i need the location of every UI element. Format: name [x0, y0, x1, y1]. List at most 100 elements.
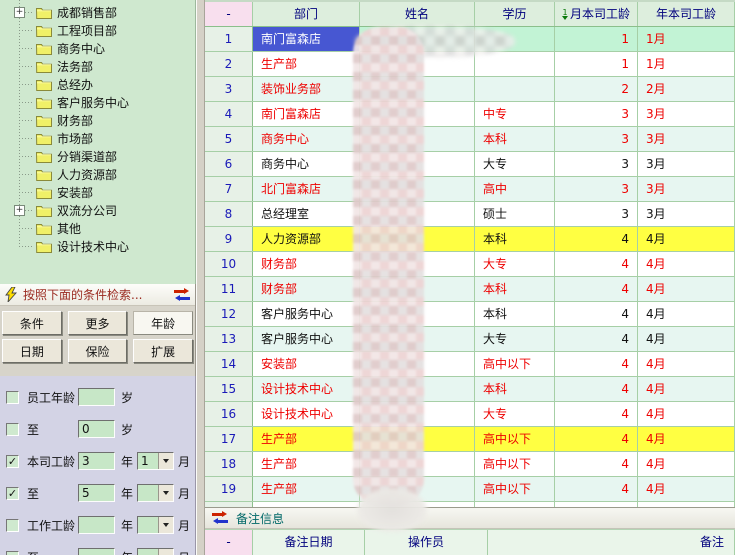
- column-header-months-tenure[interactable]: 1月本司工龄: [555, 2, 638, 26]
- cell-dept[interactable]: 客户服务中心: [253, 327, 360, 351]
- cell-dept-selected[interactable]: 南门富森店: [253, 27, 360, 51]
- cell-dept[interactable]: 生产部: [253, 452, 360, 476]
- cell-years-tenure[interactable]: 4月: [638, 402, 735, 426]
- tree-item-chengdu-sales[interactable]: +成都销售部: [0, 3, 195, 21]
- employee-age-input[interactable]: [78, 388, 115, 406]
- cell-name[interactable]: [360, 352, 475, 376]
- row-number-cell[interactable]: 11: [205, 277, 253, 301]
- filter-button-insurance[interactable]: 保险: [68, 339, 128, 363]
- row-number-cell[interactable]: 7: [205, 177, 253, 201]
- column-header-years-tenure[interactable]: 年本司工龄: [638, 2, 735, 26]
- row-number-cell[interactable]: 20: [205, 502, 253, 507]
- cell-dept[interactable]: 客户服务中心: [253, 302, 360, 326]
- tree-item-other[interactable]: 其他: [0, 219, 195, 237]
- cell-dept[interactable]: 财务部: [253, 252, 360, 276]
- panel-splitter[interactable]: [196, 0, 205, 555]
- column-header-dept[interactable]: 部门: [253, 2, 360, 26]
- row-number-cell[interactable]: 18: [205, 452, 253, 476]
- swap-arrows-icon[interactable]: [174, 289, 190, 301]
- notes-column-header-note-date[interactable]: 备注日期: [253, 530, 365, 555]
- filter-button-condition[interactable]: 条件: [2, 311, 62, 335]
- notes-column-header-note[interactable]: 备注: [488, 530, 735, 555]
- cell-months-tenure[interactable]: 4: [555, 477, 638, 501]
- cell-years-tenure[interactable]: 4月: [638, 377, 735, 401]
- cell-dept[interactable]: 装饰业务部: [253, 77, 360, 101]
- tree-item-distribution[interactable]: 分销渠道部: [0, 147, 195, 165]
- notes-column-header-operator[interactable]: 操作员: [365, 530, 488, 555]
- row-number-cell[interactable]: 5: [205, 127, 253, 151]
- cell-years-tenure[interactable]: 3月: [638, 152, 735, 176]
- cell-dept[interactable]: 人力资源部: [253, 227, 360, 251]
- cell-dept[interactable]: 总经理室: [253, 202, 360, 226]
- cell-education[interactable]: 高中以下: [475, 477, 555, 501]
- row-number-cell[interactable]: 6: [205, 152, 253, 176]
- cell-education[interactable]: [475, 52, 555, 76]
- cell-months-tenure[interactable]: 1: [555, 52, 638, 76]
- cell-education[interactable]: 本科: [475, 227, 555, 251]
- cell-education[interactable]: [475, 27, 555, 51]
- tree-item-engineering-project[interactable]: 工程项目部: [0, 21, 195, 39]
- cell-education[interactable]: 本科: [475, 277, 555, 301]
- cell-name[interactable]: [360, 227, 475, 251]
- cell-months-tenure[interactable]: 3: [555, 202, 638, 226]
- cell-years-tenure[interactable]: 2月: [638, 77, 735, 101]
- row-number-cell[interactable]: 16: [205, 402, 253, 426]
- cell-name[interactable]: [360, 77, 475, 101]
- cell-education[interactable]: 高中: [475, 177, 555, 201]
- cell-months-tenure[interactable]: 4: [555, 352, 638, 376]
- cell-education[interactable]: 硕士: [475, 202, 555, 226]
- cell-years-tenure[interactable]: 3月: [638, 177, 735, 201]
- cell-name[interactable]: [360, 427, 475, 451]
- grid-corner-button[interactable]: -: [205, 2, 253, 26]
- cell-years-tenure[interactable]: 4月: [638, 252, 735, 276]
- work-years-to-checkbox[interactable]: [6, 551, 19, 555]
- company-years-to-month-select[interactable]: [137, 484, 174, 502]
- cell-education[interactable]: 本科: [475, 302, 555, 326]
- cell-months-tenure[interactable]: 3: [555, 152, 638, 176]
- cell-education[interactable]: 高中以下: [475, 502, 555, 507]
- cell-years-tenure[interactable]: 3月: [638, 127, 735, 151]
- cell-months-tenure[interactable]: 2: [555, 77, 638, 101]
- cell-dept[interactable]: 生产部: [253, 52, 360, 76]
- cell-months-tenure[interactable]: 3: [555, 102, 638, 126]
- cell-dept[interactable]: 设计技术中心: [253, 377, 360, 401]
- row-number-cell[interactable]: 10: [205, 252, 253, 276]
- notes-corner-button[interactable]: -: [205, 530, 253, 555]
- company-years-input[interactable]: [78, 452, 115, 470]
- cell-dept[interactable]: 设计技术中心: [253, 402, 360, 426]
- cell-dept[interactable]: 安装部: [253, 352, 360, 376]
- row-number-cell[interactable]: 4: [205, 102, 253, 126]
- tree-expand-icon[interactable]: +: [14, 205, 25, 216]
- cell-dept[interactable]: 商务中心: [253, 152, 360, 176]
- company-years-to-checkbox[interactable]: ✓: [6, 487, 19, 500]
- cell-months-tenure[interactable]: 1: [555, 27, 638, 51]
- work-years-input[interactable]: [78, 516, 115, 534]
- cell-dept[interactable]: 设计技术中心: [253, 502, 360, 507]
- filter-button-more[interactable]: 更多: [68, 311, 128, 335]
- cell-education[interactable]: 高中以下: [475, 427, 555, 451]
- row-number-cell[interactable]: 12: [205, 302, 253, 326]
- cell-education[interactable]: 中专: [475, 102, 555, 126]
- cell-name[interactable]: [360, 202, 475, 226]
- cell-name[interactable]: [360, 252, 475, 276]
- employee-age-to-checkbox[interactable]: [6, 423, 19, 436]
- cell-years-tenure[interactable]: 4月: [638, 427, 735, 451]
- column-header-name[interactable]: 姓名: [360, 2, 475, 26]
- filter-button-extend[interactable]: 扩展: [133, 339, 193, 363]
- cell-education[interactable]: 高中以下: [475, 352, 555, 376]
- cell-education[interactable]: 高中以下: [475, 452, 555, 476]
- cell-dept[interactable]: 南门富森店: [253, 102, 360, 126]
- cell-name[interactable]: [360, 277, 475, 301]
- tree-item-installation[interactable]: 安装部: [0, 183, 195, 201]
- row-number-cell[interactable]: 14: [205, 352, 253, 376]
- cell-name[interactable]: [360, 177, 475, 201]
- cell-months-tenure[interactable]: 4: [555, 252, 638, 276]
- cell-education[interactable]: 本科: [475, 127, 555, 151]
- company-years-month-select[interactable]: 1: [137, 452, 174, 470]
- cell-months-tenure[interactable]: 4: [555, 227, 638, 251]
- cell-name[interactable]: [360, 152, 475, 176]
- cell-years-tenure[interactable]: 4月: [638, 277, 735, 301]
- work-years-month-select[interactable]: [137, 516, 174, 534]
- tree-item-legal[interactable]: 法务部: [0, 57, 195, 75]
- row-number-cell[interactable]: 3: [205, 77, 253, 101]
